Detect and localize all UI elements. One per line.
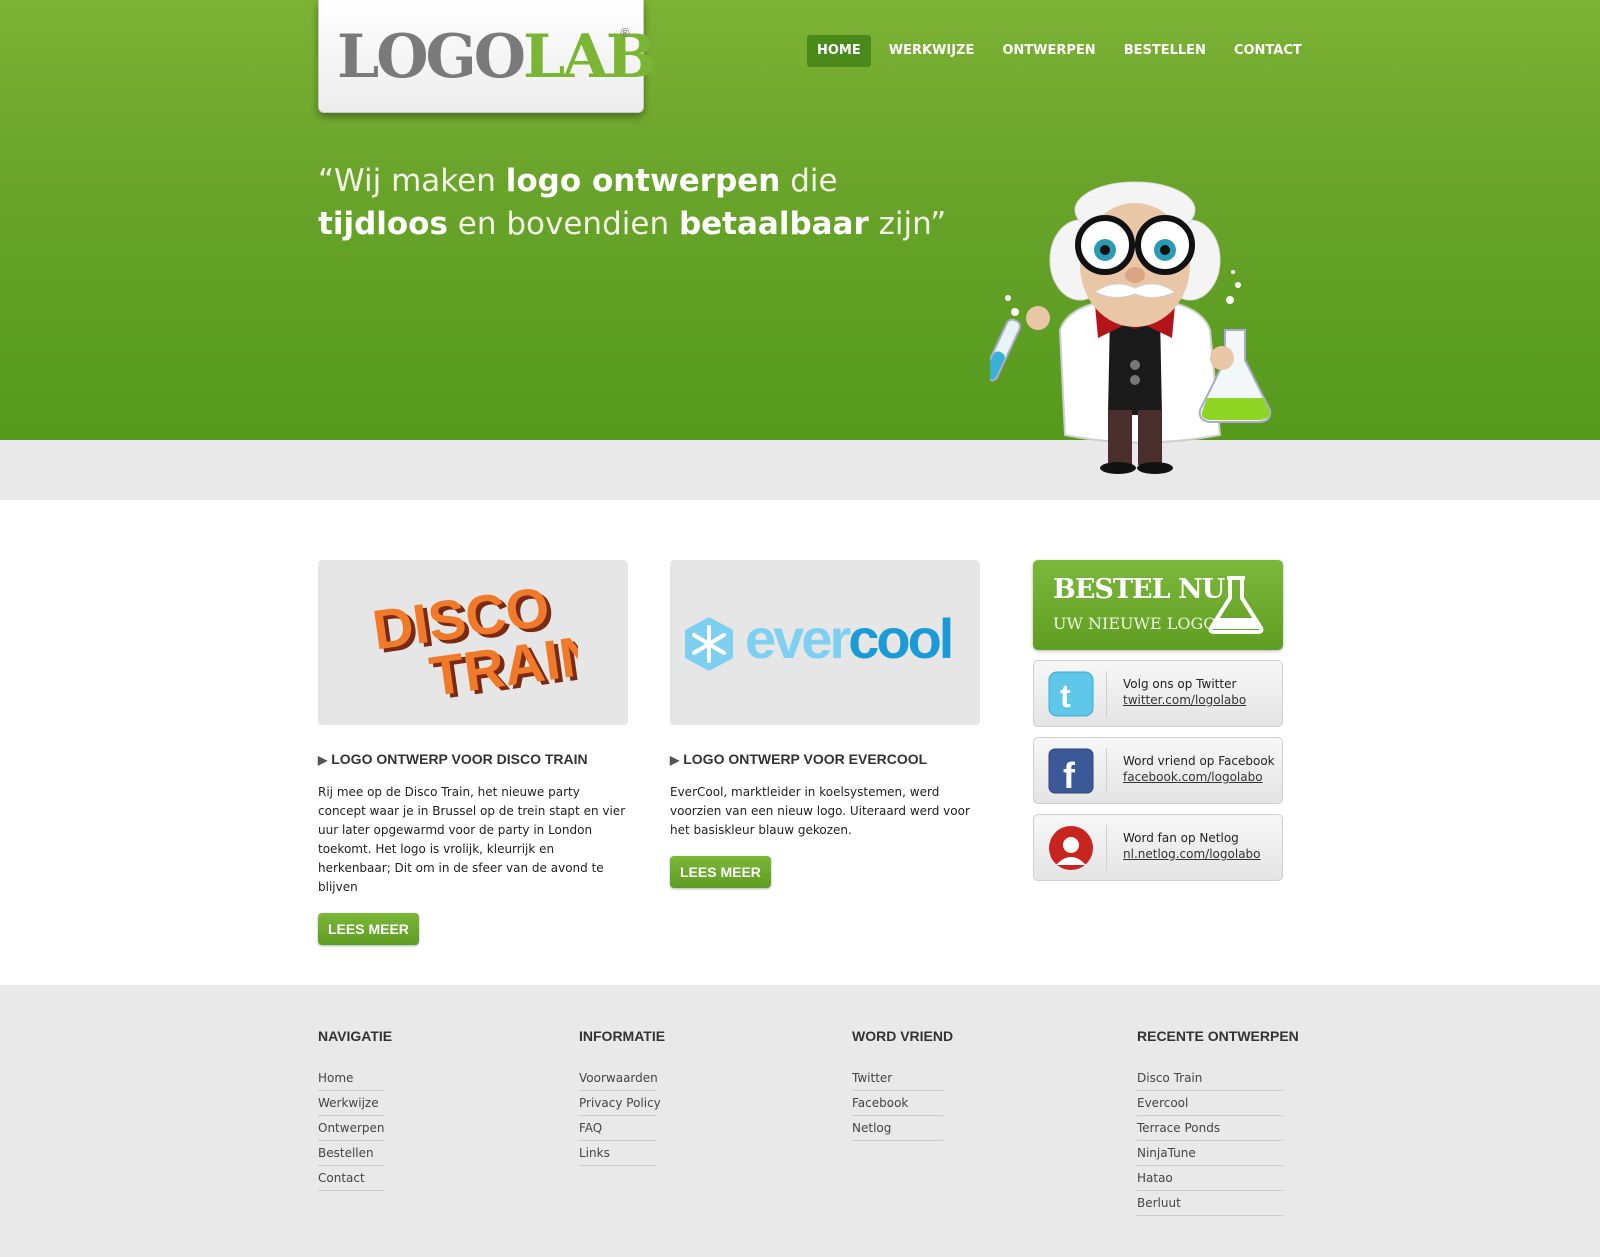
footer-col-word-vriend: WORD VRIEND Twitter Facebook Netlog [852,1028,953,1141]
footer-link-voorwaarden[interactable]: Voorwaarden [579,1066,658,1091]
footer-link-bestellen[interactable]: Bestellen [318,1141,384,1166]
footer-link-faq[interactable]: FAQ [579,1116,657,1141]
footer-link-disco-train[interactable]: Disco Train [1137,1066,1283,1091]
nav-ontwerpen[interactable]: ONTWERPEN [992,35,1105,67]
card-description: Rij mee op de Disco Train, het nieuwe pa… [318,785,626,894]
evercool-thumbnail[interactable]: evercool [670,560,980,725]
footer-col-informatie: INFORMATIE Voorwaarden Privacy Policy FA… [579,1028,665,1166]
svg-text:f: f [1063,755,1076,794]
facebook-icon: f [1048,748,1094,794]
flask-icon [1208,576,1264,634]
nav-bestellen[interactable]: BESTELLEN [1114,35,1216,67]
svg-text:t: t [1060,678,1071,714]
order-now-button[interactable]: BESTEL NU UW NIEUWE LOGO [1033,560,1283,650]
netlog-fan-card[interactable]: Word fan op Netlog nl.netlog.com/logolab… [1033,814,1283,881]
netlog-link[interactable]: nl.netlog.com/logolabo [1123,847,1261,861]
nav-home[interactable]: HOME [807,35,871,67]
nav-contact[interactable]: CONTACT [1224,35,1312,67]
arrow-right-icon: ▶ [670,753,680,767]
evercool-wordmark: evercool [745,607,954,670]
project-card-disco-train: DISCO DISCO TRAIN TRAIN ▶ LOGO ONTWERP VO… [318,560,628,945]
facebook-link[interactable]: facebook.com/logolabo [1123,770,1263,784]
footer-col-navigatie: NAVIGATIE Home Werkwijze Ontwerpen Beste… [318,1028,392,1191]
footer-link-links[interactable]: Links [579,1141,657,1166]
logo-wordmark: LOGOLAB [337,22,656,92]
footer-link-twitter[interactable]: Twitter [852,1066,943,1091]
hero-tagline: “Wij maken logo ontwerpen die tijdloos e… [318,163,947,242]
footer [0,985,1600,1257]
hero-banner: LOGOLAB ® HOME WERKWIJZE ONTWERPEN BESTE… [0,0,1600,440]
footer-link-ontwerpen[interactable]: Ontwerpen [318,1116,385,1141]
footer-link-facebook[interactable]: Facebook [852,1091,943,1116]
nav-werkwijze[interactable]: WERKWIJZE [879,35,985,67]
twitter-icon: t [1048,671,1094,717]
card-title[interactable]: ▶ LOGO ONTWERP VOOR EVERCOOL [670,751,980,767]
card-title[interactable]: ▶ LOGO ONTWERP VOOR DISCO TRAIN [318,751,628,767]
disco-train-thumbnail[interactable]: DISCO DISCO TRAIN TRAIN [318,560,628,725]
footer-link-netlog[interactable]: Netlog [852,1116,943,1141]
scientist-mascot-illustration [990,181,1272,474]
twitter-link[interactable]: twitter.com/logolabo [1123,693,1246,707]
footer-link-home[interactable]: Home [318,1066,384,1091]
disco-train-logo: DISCO DISCO TRAIN TRAIN [369,582,578,707]
footer-link-ninjatune[interactable]: NinjaTune [1137,1141,1283,1166]
card-description: EverCool, marktleider in koelsystemen, w… [670,785,970,837]
footer-col-recente-ontwerpen: RECENTE ONTWERPEN Disco Train Evercool T… [1137,1028,1299,1216]
read-more-button[interactable]: LEES MEER [670,856,771,888]
hero-band [0,440,1600,500]
footer-link-werkwijze[interactable]: Werkwijze [318,1091,384,1116]
footer-link-terrace-ponds[interactable]: Terrace Ponds [1137,1116,1283,1141]
logolab-logo[interactable]: LOGOLAB ® [318,0,656,113]
netlog-icon [1049,826,1093,870]
footer-link-berluut[interactable]: Berluut [1137,1191,1283,1216]
project-card-evercool: evercool ▶ LOGO ONTWERP VOOR EVERCOOL Eve… [670,560,980,888]
footer-link-hatao[interactable]: Hatao [1137,1166,1283,1191]
arrow-right-icon: ▶ [318,753,328,767]
registered-mark: ® [619,26,631,40]
main-nav: HOME WERKWIJZE ONTWERPEN BESTELLEN CONTA… [807,35,1312,67]
footer-link-evercool[interactable]: Evercool [1137,1091,1283,1116]
snowflake-icon [685,617,733,671]
footer-link-contact[interactable]: Contact [318,1166,384,1191]
facebook-friend-card[interactable]: f Word vriend op Facebook facebook.com/l… [1033,737,1283,804]
read-more-button[interactable]: LEES MEER [318,913,419,945]
twitter-follow-card[interactable]: t Volg ons op Twitter twitter.com/logola… [1033,660,1283,727]
footer-link-privacy-policy[interactable]: Privacy Policy [579,1091,661,1116]
